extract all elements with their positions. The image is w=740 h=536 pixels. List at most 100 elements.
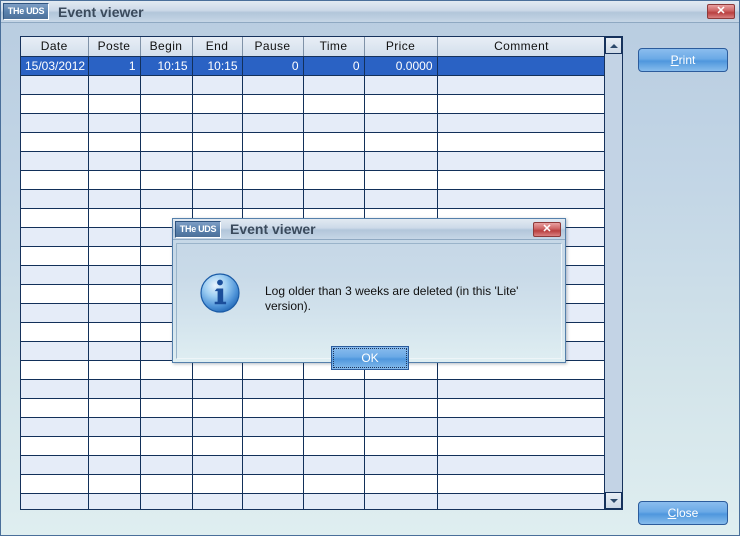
cell-empty[interactable] bbox=[192, 474, 243, 494]
table-row[interactable] bbox=[21, 151, 607, 171]
cell-begin[interactable]: 10:15 bbox=[140, 56, 193, 76]
cell-empty[interactable] bbox=[303, 75, 365, 95]
table-row[interactable] bbox=[21, 132, 607, 152]
cell-empty[interactable] bbox=[303, 436, 365, 456]
scroll-up-button[interactable] bbox=[605, 37, 622, 54]
cell-empty[interactable] bbox=[21, 94, 89, 114]
cell-empty[interactable] bbox=[242, 75, 304, 95]
cell-empty[interactable] bbox=[21, 189, 89, 209]
cell-empty[interactable] bbox=[140, 75, 193, 95]
cell-empty[interactable] bbox=[21, 246, 89, 266]
scrollbar-track[interactable] bbox=[605, 54, 622, 492]
cell-empty[interactable] bbox=[88, 265, 141, 285]
cell-empty[interactable] bbox=[364, 398, 438, 418]
cell-empty[interactable] bbox=[437, 493, 607, 509]
cell-empty[interactable] bbox=[437, 75, 607, 95]
table-row[interactable] bbox=[21, 75, 607, 95]
cell-empty[interactable] bbox=[437, 417, 607, 437]
cell-empty[interactable] bbox=[303, 170, 365, 190]
cell-empty[interactable] bbox=[88, 474, 141, 494]
cell-empty[interactable] bbox=[21, 398, 89, 418]
cell-empty[interactable] bbox=[364, 474, 438, 494]
table-row[interactable] bbox=[21, 379, 607, 399]
column-header-begin[interactable]: Begin bbox=[140, 37, 193, 57]
window-close-icon[interactable]: ✕ bbox=[707, 4, 735, 19]
cell-empty[interactable] bbox=[364, 417, 438, 437]
print-button[interactable]: Print bbox=[638, 48, 728, 72]
table-row[interactable] bbox=[21, 436, 607, 456]
cell-empty[interactable] bbox=[303, 379, 365, 399]
cell-empty[interactable] bbox=[88, 436, 141, 456]
cell-empty[interactable] bbox=[140, 113, 193, 133]
cell-empty[interactable] bbox=[437, 94, 607, 114]
cell-empty[interactable] bbox=[242, 132, 304, 152]
cell-empty[interactable] bbox=[140, 151, 193, 171]
cell-empty[interactable] bbox=[88, 75, 141, 95]
column-header-end[interactable]: End bbox=[192, 37, 243, 57]
table-row[interactable] bbox=[21, 493, 607, 509]
cell-empty[interactable] bbox=[192, 151, 243, 171]
cell-empty[interactable] bbox=[364, 170, 438, 190]
table-row[interactable] bbox=[21, 170, 607, 190]
cell-empty[interactable] bbox=[21, 303, 89, 323]
cell-empty[interactable] bbox=[88, 284, 141, 304]
cell-empty[interactable] bbox=[88, 341, 141, 361]
cell-empty[interactable] bbox=[364, 455, 438, 475]
cell-empty[interactable] bbox=[437, 455, 607, 475]
cell-empty[interactable] bbox=[364, 189, 438, 209]
grid-vertical-scrollbar[interactable] bbox=[604, 37, 622, 509]
cell-empty[interactable] bbox=[364, 113, 438, 133]
cell-empty[interactable] bbox=[192, 493, 243, 509]
cell-empty[interactable] bbox=[88, 379, 141, 399]
cell-empty[interactable] bbox=[242, 417, 304, 437]
cell-empty[interactable] bbox=[21, 208, 89, 228]
cell-empty[interactable] bbox=[88, 170, 141, 190]
cell-empty[interactable] bbox=[242, 113, 304, 133]
table-row[interactable] bbox=[21, 474, 607, 494]
cell-empty[interactable] bbox=[192, 455, 243, 475]
cell-empty[interactable] bbox=[242, 170, 304, 190]
cell-empty[interactable] bbox=[192, 94, 243, 114]
cell-empty[interactable] bbox=[140, 170, 193, 190]
cell-empty[interactable] bbox=[21, 341, 89, 361]
cell-empty[interactable] bbox=[242, 398, 304, 418]
column-header-price[interactable]: Price bbox=[364, 37, 438, 57]
cell-empty[interactable] bbox=[192, 75, 243, 95]
cell-empty[interactable] bbox=[21, 493, 89, 509]
cell-empty[interactable] bbox=[192, 436, 243, 456]
cell-empty[interactable] bbox=[303, 455, 365, 475]
cell-empty[interactable] bbox=[364, 132, 438, 152]
dialog-titlebar[interactable]: THe UDS Event viewer ✕ bbox=[173, 219, 565, 240]
cell-empty[interactable] bbox=[242, 189, 304, 209]
cell-empty[interactable] bbox=[21, 151, 89, 171]
cell-empty[interactable] bbox=[364, 94, 438, 114]
cell-empty[interactable] bbox=[437, 170, 607, 190]
table-row[interactable] bbox=[21, 189, 607, 209]
cell-empty[interactable] bbox=[242, 94, 304, 114]
cell-empty[interactable] bbox=[303, 94, 365, 114]
cell-empty[interactable] bbox=[88, 113, 141, 133]
cell-empty[interactable] bbox=[192, 189, 243, 209]
column-header-poste[interactable]: Poste bbox=[88, 37, 141, 57]
cell-empty[interactable] bbox=[364, 379, 438, 399]
cell-empty[interactable] bbox=[88, 360, 141, 380]
cell-empty[interactable] bbox=[242, 474, 304, 494]
cell-empty[interactable] bbox=[140, 132, 193, 152]
cell-empty[interactable] bbox=[437, 132, 607, 152]
cell-empty[interactable] bbox=[88, 398, 141, 418]
cell-empty[interactable] bbox=[88, 246, 141, 266]
table-row[interactable] bbox=[21, 94, 607, 114]
cell-empty[interactable] bbox=[303, 417, 365, 437]
table-row[interactable] bbox=[21, 455, 607, 475]
cell-empty[interactable] bbox=[303, 113, 365, 133]
cell-empty[interactable] bbox=[21, 227, 89, 247]
cell-empty[interactable] bbox=[21, 132, 89, 152]
cell-empty[interactable] bbox=[140, 189, 193, 209]
cell-empty[interactable] bbox=[21, 322, 89, 342]
cell-empty[interactable] bbox=[88, 94, 141, 114]
cell-empty[interactable] bbox=[242, 493, 304, 509]
cell-empty[interactable] bbox=[140, 455, 193, 475]
column-header-pause[interactable]: Pause bbox=[242, 37, 304, 57]
cell-empty[interactable] bbox=[140, 379, 193, 399]
cell-empty[interactable] bbox=[21, 265, 89, 285]
